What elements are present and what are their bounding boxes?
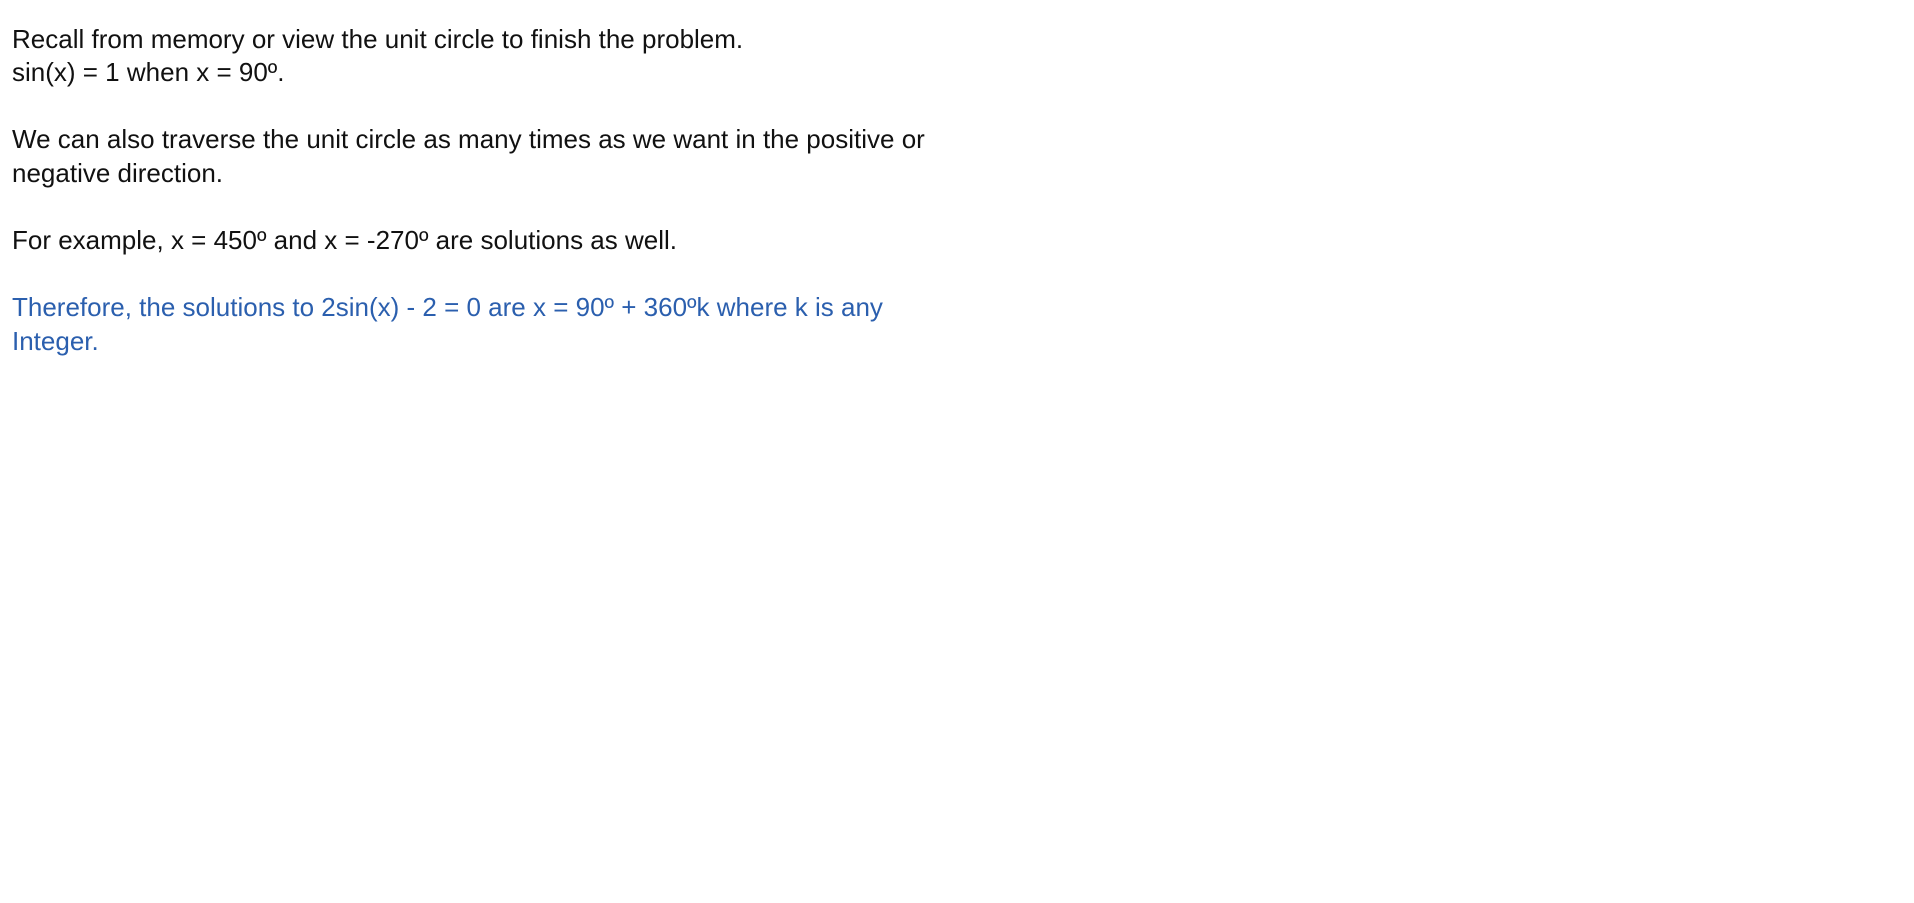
text-line: sin(x) = 1 when x = 90º.: [12, 57, 285, 87]
text-line: For example, x = 450º and x = -270º are …: [12, 225, 678, 255]
conclusion-line: Integer.: [12, 326, 99, 356]
text-line: We can also traverse the unit circle as …: [12, 124, 925, 154]
conclusion-line: Therefore, the solutions to 2sin(x) - 2 …: [12, 292, 883, 322]
text-line: negative direction.: [12, 158, 224, 188]
text-line: Recall from memory or view the unit circ…: [12, 24, 744, 54]
